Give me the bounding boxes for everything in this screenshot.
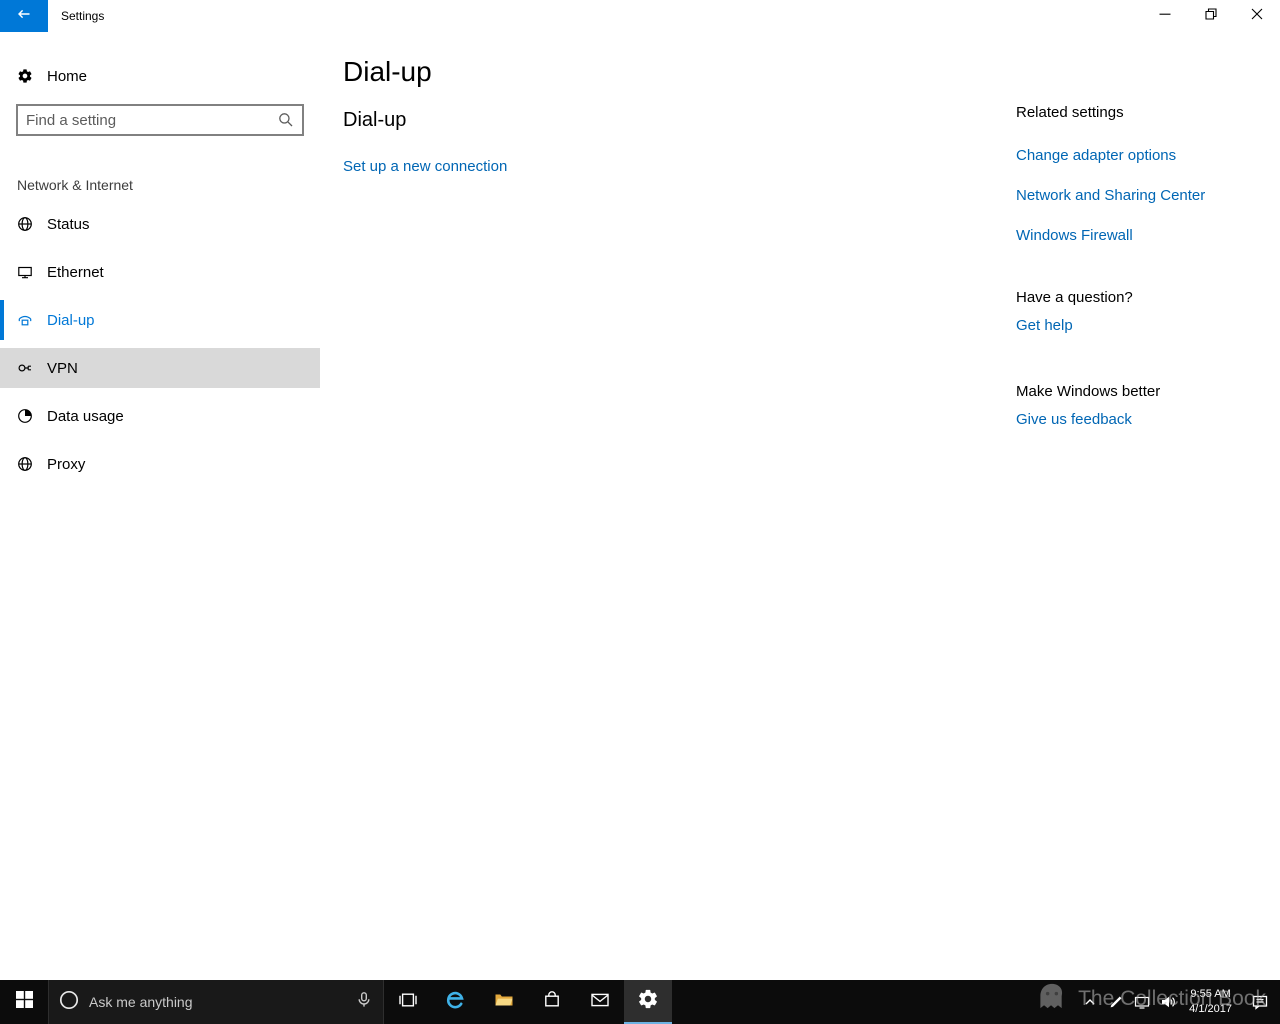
gear-icon [637,988,659,1015]
envelope-icon [590,990,610,1015]
related-settings-column: Related settings Change adapter options … [1016,32,1266,429]
give-us-feedback-link[interactable]: Give us feedback [1016,411,1266,429]
main-content: Dial-up Dial-up Set up a new connection [343,32,507,176]
mail-button[interactable] [576,980,624,1024]
settings-window: Settings Home Network & In [0,0,1280,1024]
setup-new-connection-link[interactable]: Set up a new connection [343,158,507,175]
search-icon[interactable] [278,112,294,128]
hidden-icons-chevron[interactable] [1077,980,1103,1024]
volume-icon[interactable] [1155,980,1181,1024]
cortana-icon [59,990,79,1015]
edge-icon [445,989,467,1016]
change-adapter-options-link[interactable]: Change adapter options [1016,147,1266,165]
minimize-button[interactable] [1142,0,1188,32]
have-a-question-heading: Have a question? [1016,289,1133,306]
close-button[interactable] [1234,0,1280,32]
task-view-button[interactable] [384,980,432,1024]
network-icon[interactable] [1129,980,1155,1024]
clock-date: 4/1/2017 [1189,1003,1232,1015]
page-title: Dial-up [343,56,432,87]
vpn-plug-icon [17,360,33,376]
sidebar-item-vpn[interactable]: VPN [0,348,320,388]
minimize-icon [1157,6,1173,27]
close-icon [1249,6,1265,27]
action-center-button[interactable] [1240,980,1280,1024]
find-setting-input[interactable] [18,111,278,129]
system-tray: 9:55 AM 4/1/2017 [1077,980,1280,1024]
window-controls [1142,0,1280,32]
start-button[interactable] [0,980,48,1024]
taskbar-clock[interactable]: 9:55 AM 4/1/2017 [1181,980,1240,1024]
dialup-phone-icon [17,312,33,328]
sidebar-item-home[interactable]: Home [0,56,320,96]
sidebar-item-dialup[interactable]: Dial-up [0,300,320,340]
folder-icon [494,990,514,1015]
network-sharing-center-link[interactable]: Network and Sharing Center [1016,187,1266,205]
sidebar-item-label: Proxy [47,455,86,473]
make-windows-better-heading: Make Windows better [1016,383,1161,400]
sidebar-item-label: Dial-up [47,311,95,329]
back-arrow-icon [16,6,32,27]
sidebar-item-label: Data usage [47,407,124,425]
ethernet-icon [17,264,33,280]
microphone-icon[interactable] [355,991,373,1014]
clock-time: 9:55 AM [1190,988,1231,1001]
globe-icon [17,456,33,472]
back-button[interactable] [0,0,48,32]
restore-button[interactable] [1188,0,1234,32]
restore-icon [1203,6,1219,27]
pen-icon[interactable] [1103,980,1129,1024]
selected-accent-bar [0,300,4,340]
windows-logo-icon [15,991,33,1013]
sidebar-item-status[interactable]: Status [0,204,320,244]
pie-chart-icon [17,408,33,424]
related-settings-heading: Related settings [1016,104,1124,121]
sidebar-item-label: Ethernet [47,263,104,281]
globe-icon [17,216,33,232]
windows-firewall-link[interactable]: Windows Firewall [1016,227,1266,245]
taskbar: Ask me anything 9:55 AM 4/1/2017 [0,980,1280,1024]
window-title: Settings [61,9,105,23]
sidebar: Home Network & Internet Status [0,32,320,980]
taskbar-search-placeholder: Ask me anything [89,994,193,1010]
store-button[interactable] [528,980,576,1024]
sidebar-item-label: VPN [47,359,78,377]
shopping-bag-icon [542,990,562,1015]
sidebar-section-label: Network & Internet [17,177,133,193]
sidebar-item-label: Status [47,215,90,233]
task-view-icon [398,990,418,1015]
get-help-link[interactable]: Get help [1016,317,1266,335]
section-heading: Dial-up [343,109,407,131]
sidebar-home-label: Home [47,67,88,85]
settings-app-button[interactable] [624,980,672,1024]
cortana-search-box[interactable]: Ask me anything [48,980,384,1024]
sidebar-nav: Status Ethernet Dial-up VPN Data usage P… [0,204,320,484]
file-explorer-button[interactable] [480,980,528,1024]
sidebar-item-proxy[interactable]: Proxy [0,444,320,484]
titlebar: Settings [0,0,1280,32]
edge-browser-button[interactable] [432,980,480,1024]
find-setting-search [16,104,304,136]
sidebar-item-data-usage[interactable]: Data usage [0,396,320,436]
gear-icon [17,68,33,84]
sidebar-item-ethernet[interactable]: Ethernet [0,252,320,292]
